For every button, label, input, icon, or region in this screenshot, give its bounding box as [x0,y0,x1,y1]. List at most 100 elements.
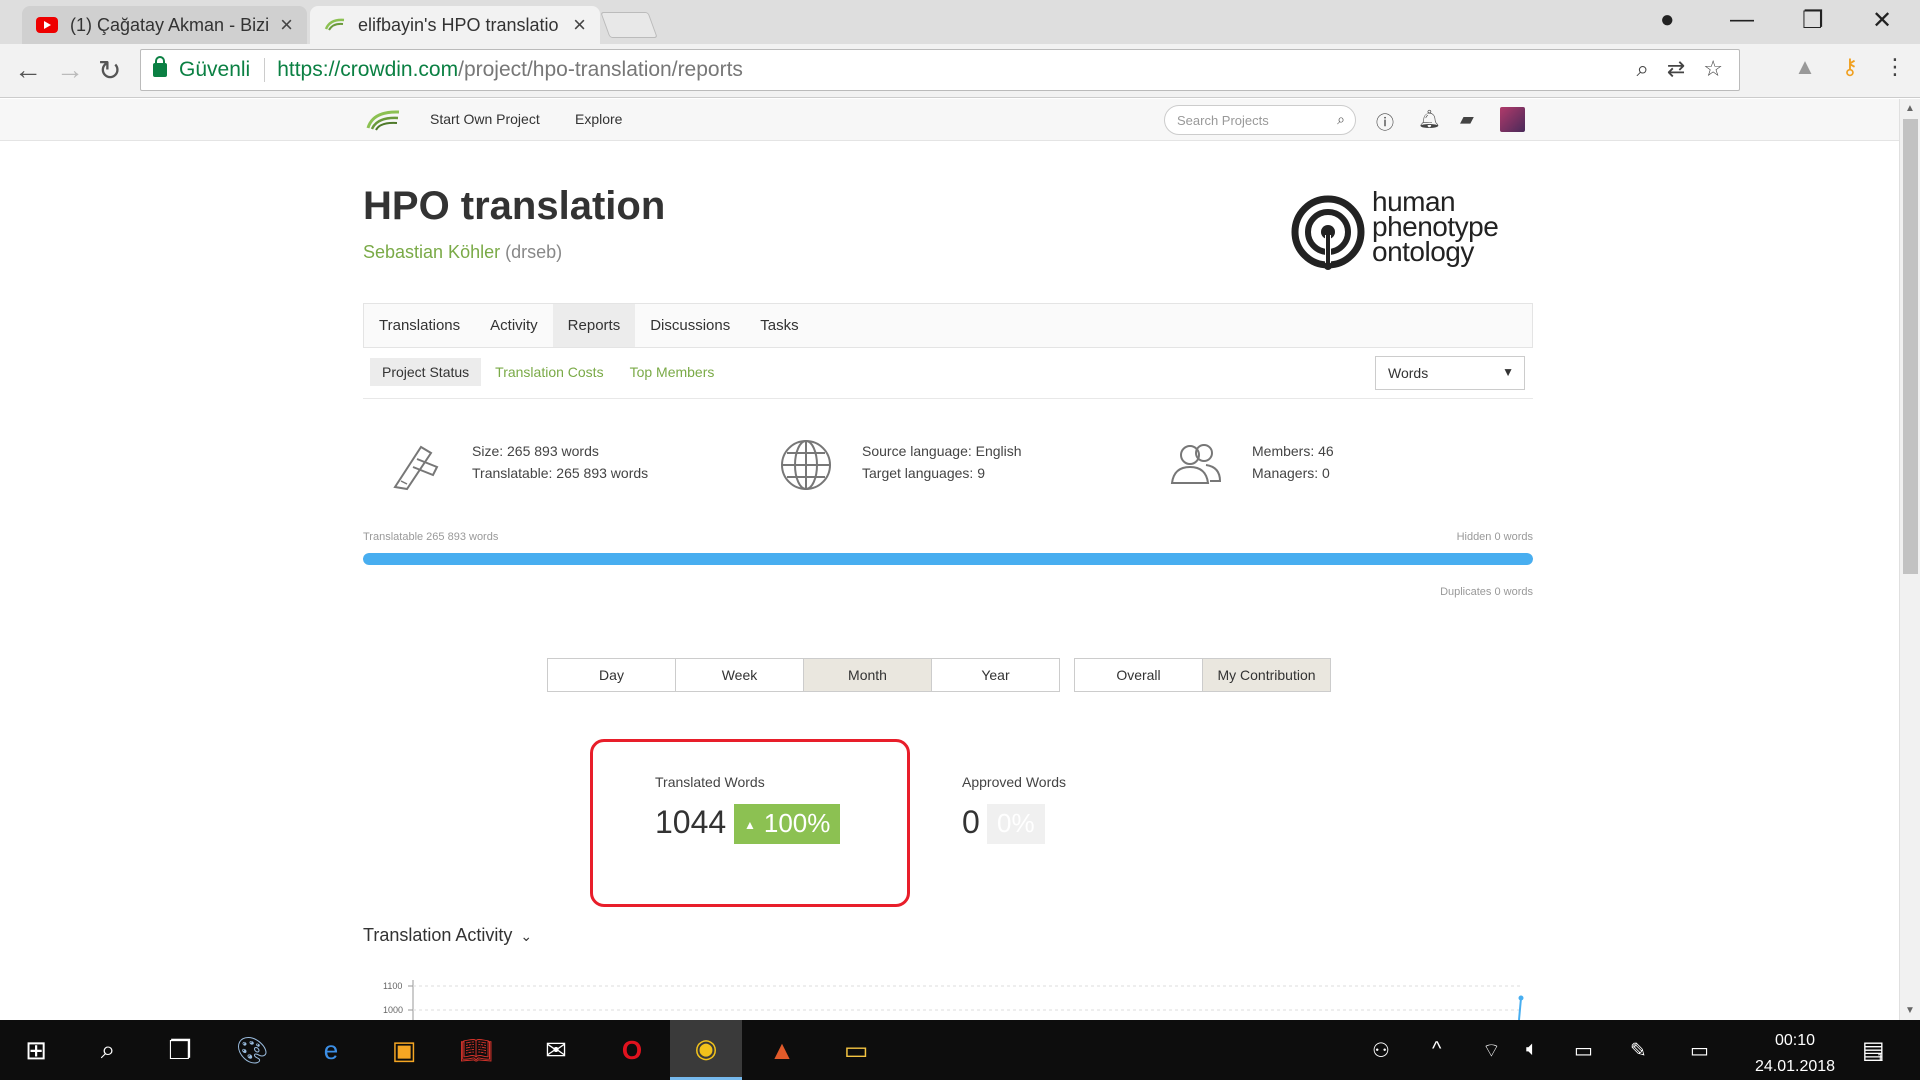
page-scrollbar[interactable]: ▲ ▼ [1899,99,1920,1020]
taskbar-search-icon[interactable]: ⌕ [72,1020,144,1080]
tab-activity[interactable]: Activity [475,304,553,347]
scope-my-contribution-button[interactable]: My Contribution [1202,658,1331,692]
tab-title: (1) Çağatay Akman - Bizi [70,14,270,35]
translate-icon[interactable]: ⇄ [1667,56,1685,82]
subtab-translation-costs[interactable]: Translation Costs [483,358,615,386]
crowdin-logo-icon[interactable] [365,106,401,134]
youtube-icon [36,17,58,33]
activity-point [1518,995,1524,1001]
nav-explore[interactable]: Explore [575,111,622,127]
members-icon [1170,444,1222,484]
period-week-button[interactable]: Week [675,658,804,692]
browser-tab-youtube[interactable]: (1) Çağatay Akman - Bizi × [22,6,307,44]
nav-start-own-project[interactable]: Start Own Project [430,111,540,127]
browser-tabstrip: (1) Çağatay Akman - Bizi × elifbayin's H… [0,0,1920,44]
clock-date: 24.01.2018 [1754,1058,1836,1075]
period-day-button[interactable]: Day [547,658,676,692]
tab-translations[interactable]: Translations [364,304,475,347]
paint-app-icon[interactable]: 🎨︎ [216,1020,288,1080]
hidden-label: Hidden 0 words [1456,531,1533,543]
owner-link[interactable]: Sebastian Köhler [363,242,500,262]
menu-icon[interactable]: ⋮ [1884,54,1906,80]
scroll-thumb[interactable] [1903,119,1918,574]
secure-label: Güvenli [179,58,266,82]
keyboard-icon[interactable]: ▭ [1690,1038,1709,1063]
period-month-button[interactable]: Month [803,658,932,692]
store-app-icon[interactable]: ▣ [368,1020,440,1080]
scroll-up-icon[interactable]: ▲ [1905,103,1915,114]
project-title: HPO translation [363,184,666,228]
close-tab-icon[interactable]: × [573,12,586,38]
tab-reports[interactable]: Reports [552,304,636,347]
unit-select[interactable]: Words ▼ [1375,356,1525,390]
reload-icon[interactable]: ↻ [98,54,121,87]
url-path: /project/hpo-translation/reports [458,58,743,81]
up-triangle-icon: ▲ [744,818,756,833]
reader-app-icon[interactable]: 📖︎ [440,1020,512,1080]
browser-tab-crowdin[interactable]: elifbayin's HPO translatio × [310,6,600,44]
chart-canvas [408,980,1524,1020]
edge-browser-icon[interactable]: e [295,1020,367,1080]
minimize-icon[interactable]: — [1730,6,1754,34]
url-scheme: https:// [277,58,341,81]
file-explorer-icon[interactable]: ▭ [820,1020,892,1080]
translated-change: 100% [763,808,831,838]
messages-icon[interactable]: ▰ [1460,109,1474,130]
profile-icon[interactable]: ● [1660,6,1675,34]
wifi-icon[interactable]: ⌔ [1482,1038,1501,1063]
chrome-browser-icon[interactable]: ◉ [670,1020,742,1080]
stat-translatable: Translatable: 265 893 words [472,465,649,481]
translated-words-value: 1044 [655,804,727,840]
search-icon[interactable]: ⌕ [1337,111,1345,128]
new-tab-button[interactable] [600,12,658,38]
address-bar[interactable]: Güvenli https://crowdin.com/project/hpo-… [140,49,1740,91]
taskbar-clock[interactable]: 00:10 24.01.2018 [1740,1028,1850,1080]
app-icon[interactable]: ▲ [746,1020,818,1080]
volume-icon[interactable]: 🔈︎ [1526,1038,1538,1061]
back-icon[interactable]: ← [14,54,42,86]
translated-words-label: Translated Words [655,774,765,790]
globe-icon [781,440,831,490]
progress-fill [363,553,1533,565]
battery-icon[interactable]: ▭ [1574,1038,1593,1063]
tab-tasks[interactable]: Tasks [745,304,813,347]
period-year-button[interactable]: Year [931,658,1060,692]
search-projects-input[interactable]: Search Projects ⌕ [1164,105,1356,135]
windows-start-icon[interactable]: ⊞ [0,1020,72,1080]
people-icon[interactable]: ⚇ [1372,1038,1390,1063]
avatar[interactable] [1500,107,1525,132]
subtab-top-members[interactable]: Top Members [618,358,727,386]
forward-icon[interactable]: → [56,54,84,86]
notification-count: 1 [1877,1052,1884,1064]
opera-browser-icon[interactable]: O [596,1020,668,1080]
window-close-icon[interactable]: ✕ [1872,6,1892,35]
pen-icon[interactable]: ✎ [1630,1038,1647,1063]
zoom-icon[interactable]: ⌕ [1637,56,1649,82]
owner-username: (drseb) [505,242,563,262]
tab-discussions[interactable]: Discussions [635,304,745,347]
mail-app-icon[interactable]: ✉ [520,1020,592,1080]
subtab-project-status[interactable]: Project Status [370,358,482,386]
activity-series-line [1518,997,1522,1020]
scope-overall-button[interactable]: Overall [1074,658,1203,692]
browser-toolbar: ← → ↻ Güvenli https://crowdin.com/projec… [0,44,1920,98]
drive-extension-icon[interactable]: ▲ [1794,54,1816,80]
translation-activity-toggle[interactable]: Translation Activity ⌄ [363,925,532,946]
stat-members-block: Members: 46 Managers: 0 [1252,440,1334,484]
close-tab-icon[interactable]: × [280,12,293,38]
caliper-icon [393,445,439,491]
stat-members: Members: 46 [1252,443,1334,459]
task-view-icon[interactable]: ❐ [144,1020,216,1080]
scroll-down-icon[interactable]: ▼ [1905,1005,1915,1016]
progress-labels: Translatable 265 893 words Hidden 0 word… [363,531,1533,543]
help-icon[interactable]: ⓘ [1376,109,1394,135]
notifications-bell-icon[interactable]: 🔔︎ [1418,109,1441,130]
site-header: Start Own Project Explore Search Project… [0,99,1900,141]
restore-icon[interactable]: ❐ [1802,6,1824,35]
bookmark-star-icon[interactable]: ☆ [1703,56,1723,82]
scope-selector: Overall My Contribution [1074,658,1331,692]
activity-title: Translation Activity [363,925,513,945]
tray-overflow-icon[interactable]: ^ [1432,1038,1441,1061]
key-extension-icon[interactable]: ⚷ [1842,54,1858,80]
logo-word: ontology [1372,236,1474,267]
